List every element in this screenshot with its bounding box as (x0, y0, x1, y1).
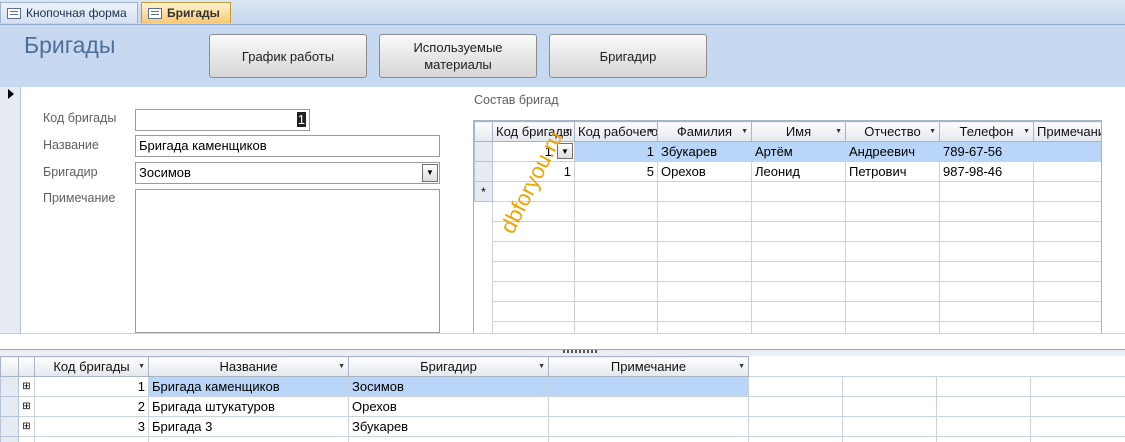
chevron-down-icon[interactable]: ▼ (741, 128, 748, 135)
row-selector[interactable] (0, 436, 19, 442)
form-icon (7, 7, 21, 19)
foreman-cell[interactable]: Зосимов (348, 376, 549, 397)
datasheet-view[interactable]: Код бригады ▼ Название ▼ Бригадир ▼ Примеча… (0, 356, 1125, 442)
title-cell[interactable]: Бригада 3 (148, 416, 349, 437)
tab-label: Кнопочная форма (26, 6, 127, 20)
subform-grid[interactable]: Код бригады ▼ Код рабочего ▼ Фамилия ▼ Имя ▼… (473, 120, 1102, 334)
col-header-patronymic[interactable]: Отчество ▼ (845, 121, 940, 142)
note-label: Примечание (43, 191, 116, 205)
code-cell[interactable]: 1 (34, 376, 149, 397)
name-cell[interactable]: Леонид (751, 161, 846, 182)
table-row[interactable]: 1 ▼ 1 Збукарев Артём Андреевич 789-67-56 (474, 141, 1101, 162)
name-label: Название (43, 138, 99, 152)
subform-title: Состав бригад (474, 93, 559, 107)
chevron-down-icon[interactable]: ▼ (138, 363, 145, 370)
tab-label: Бригады (167, 6, 220, 20)
select-all-corner[interactable] (474, 121, 493, 142)
col-header-title[interactable]: Название ▼ (148, 356, 349, 377)
row-selector[interactable] (0, 416, 19, 437)
col-header-foreman[interactable]: Бригадир ▼ (348, 356, 549, 377)
foreman-button[interactable]: Бригадир (549, 34, 707, 78)
row-selector[interactable] (474, 161, 493, 182)
foreman-cell[interactable]: Орехов (348, 396, 549, 417)
chevron-down-icon[interactable]: ▼ (1023, 128, 1030, 135)
foreman-combobox[interactable]: Зосимов ▼ (135, 162, 440, 184)
table-row[interactable]: ⊞ 2 Бригада штукатуров Орехов (0, 396, 1125, 417)
chevron-down-icon[interactable]: ▼ (338, 363, 345, 370)
expand-plus-icon[interactable]: ⊞ (18, 416, 35, 437)
empty-row (474, 281, 1101, 302)
new-record-marker: * (474, 181, 493, 202)
expand-column-header (18, 356, 35, 377)
foreman-value: Зосимов (139, 165, 191, 180)
empty-row (474, 301, 1101, 322)
select-all-corner[interactable] (0, 356, 19, 377)
empty-row (474, 241, 1101, 262)
chevron-down-icon[interactable]: ▼ (929, 128, 936, 135)
expand-plus-icon[interactable]: ⊞ (18, 376, 35, 397)
table-row[interactable]: 1 5 Орехов Леонид Петрович 987-98-46 (474, 161, 1101, 182)
note-cell[interactable] (548, 376, 749, 397)
schedule-button[interactable]: График работы (209, 34, 367, 78)
form-icon (148, 7, 162, 19)
tab-switchboard[interactable]: Кнопочная форма (0, 2, 138, 23)
name-cell[interactable]: Артём (751, 141, 846, 162)
chevron-down-icon[interactable]: ▼ (738, 363, 745, 370)
chevron-down-icon[interactable]: ▼ (538, 363, 545, 370)
page-title: Бригады (24, 32, 116, 58)
foreman-label: Бригадир (43, 165, 98, 179)
name-field[interactable]: Бригада каменщиков (135, 135, 440, 157)
code-label: Код бригады (43, 111, 117, 125)
table-row[interactable]: ⊞ 3 Бригада 3 Збукарев (0, 416, 1125, 437)
worker-code-cell[interactable]: 5 (574, 161, 658, 182)
current-record-arrow-icon (8, 89, 14, 99)
row-selector[interactable] (0, 376, 19, 397)
patronymic-cell[interactable]: Андреевич (845, 141, 940, 162)
splitter-grip-icon[interactable] (563, 350, 599, 353)
code-field[interactable]: 1 (135, 109, 310, 131)
col-header-worker-code[interactable]: Код рабочего ▼ (574, 121, 658, 142)
row-selector[interactable] (474, 141, 493, 162)
tab-brigades[interactable]: Бригады (141, 2, 231, 23)
foreman-cell[interactable]: Збукарев (348, 416, 549, 437)
surname-cell[interactable]: Орехов (657, 161, 752, 182)
phone-cell[interactable]: 987-98-46 (939, 161, 1034, 182)
worker-code-cell[interactable]: 1 (574, 141, 658, 162)
note-cell[interactable] (1033, 161, 1101, 182)
title-cell[interactable]: Бригада штукатуров (148, 396, 349, 417)
empty-row (474, 201, 1101, 222)
chevron-down-icon[interactable]: ▼ (835, 128, 842, 135)
expand-plus-icon[interactable]: ⊞ (18, 396, 35, 417)
chevron-down-icon[interactable]: ▼ (422, 164, 438, 182)
materials-button[interactable]: Используемые материалы (379, 34, 537, 78)
code-value: 1 (296, 112, 306, 127)
code-cell[interactable]: 3 (34, 416, 149, 437)
col-header-surname[interactable]: Фамилия ▼ (657, 121, 752, 142)
table-row[interactable]: ⊞ 1 Бригада каменщиков Зосимов (0, 376, 1125, 397)
phone-cell[interactable]: 789-67-56 (939, 141, 1034, 162)
empty-row (474, 261, 1101, 282)
title-cell[interactable]: Бригада каменщиков (148, 376, 349, 397)
document-tab-strip: Кнопочная форма Бригады (0, 0, 1125, 25)
patronymic-cell[interactable]: Петрович (845, 161, 940, 182)
note-cell[interactable] (548, 416, 749, 437)
table-row[interactable] (0, 436, 1125, 442)
chevron-down-icon[interactable]: ▼ (647, 128, 654, 135)
row-selector[interactable] (0, 396, 19, 417)
note-field[interactable] (135, 189, 440, 333)
col-header-name[interactable]: Имя ▼ (751, 121, 846, 142)
col-header-note[interactable]: Примечание (1033, 121, 1101, 142)
col-header-code[interactable]: Код бригады ▼ (34, 356, 149, 377)
new-record-row[interactable]: * (474, 181, 1101, 202)
record-selector[interactable] (0, 87, 21, 333)
col-header-phone[interactable]: Телефон ▼ (939, 121, 1034, 142)
chevron-down-icon[interactable]: ▼ (564, 128, 571, 135)
code-cell[interactable]: 2 (34, 396, 149, 417)
surname-cell[interactable]: Збукарев (657, 141, 752, 162)
col-header-note[interactable]: Примечание ▼ (548, 356, 749, 377)
note-cell[interactable] (548, 396, 749, 417)
note-cell[interactable] (1033, 141, 1101, 162)
empty-row (474, 221, 1101, 242)
